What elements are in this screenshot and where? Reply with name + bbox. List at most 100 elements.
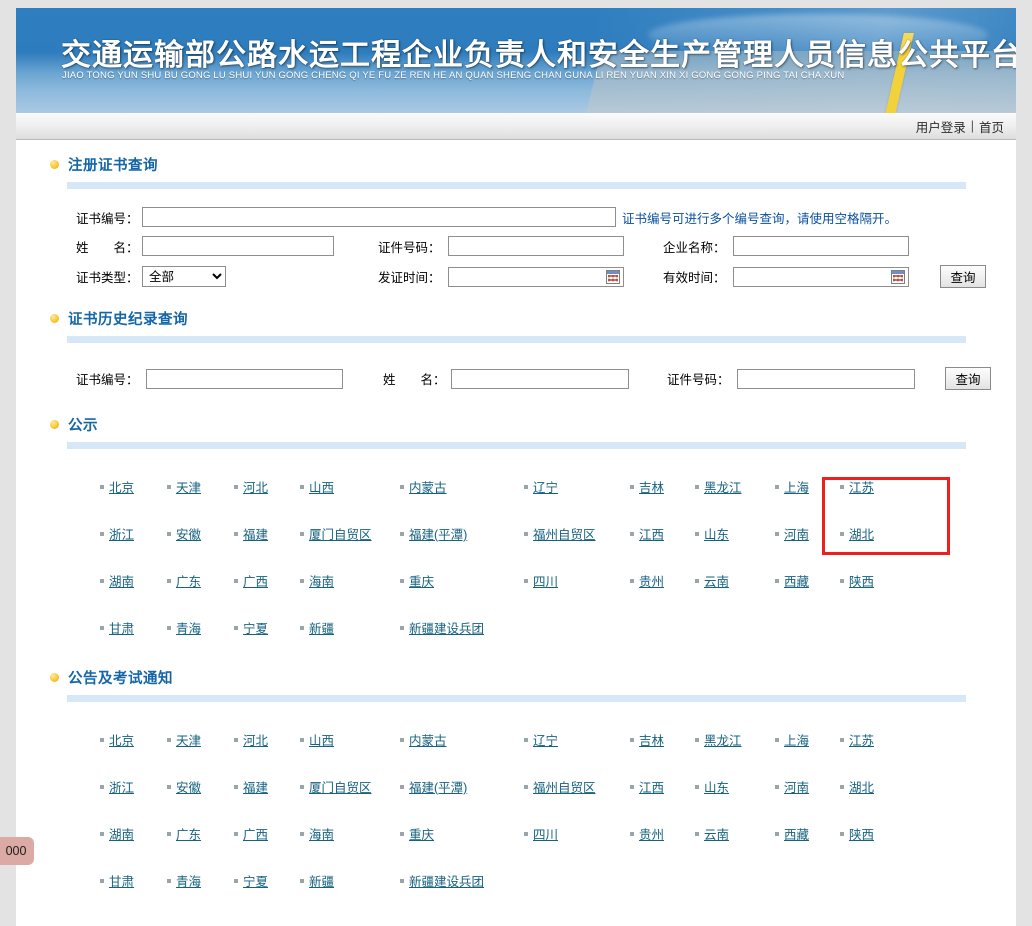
notices-link-河北[interactable]: 河北 — [243, 730, 268, 749]
notices-link-厦门自贸区[interactable]: 厦门自贸区 — [309, 777, 372, 796]
notices-link-福建(平潭)[interactable]: 福建(平潭) — [409, 777, 467, 796]
bullet-square-icon — [524, 484, 528, 489]
publicity-link-新疆[interactable]: 新疆 — [309, 618, 334, 637]
publicity-link-云南[interactable]: 云南 — [704, 571, 729, 590]
notices-link-海南[interactable]: 海南 — [309, 824, 334, 843]
notices-link-山东[interactable]: 山东 — [704, 777, 729, 796]
publicity-link-山东[interactable]: 山东 — [704, 524, 729, 543]
user-login-link[interactable]: 用户登录 — [916, 117, 966, 136]
notices-link-福建[interactable]: 福建 — [243, 777, 268, 796]
notices-link-江西[interactable]: 江西 — [639, 777, 664, 796]
publicity-link-厦门自贸区[interactable]: 厦门自贸区 — [309, 524, 372, 543]
notices-link-江苏[interactable]: 江苏 — [849, 730, 874, 749]
province-cell: 新疆建设兵团 — [400, 871, 484, 890]
province-cell: 广西 — [234, 571, 268, 590]
notices-link-黑龙江[interactable]: 黑龙江 — [704, 730, 742, 749]
publicity-link-广西[interactable]: 广西 — [243, 571, 268, 590]
notices-link-上海[interactable]: 上海 — [784, 730, 809, 749]
publicity-link-河南[interactable]: 河南 — [784, 524, 809, 543]
bullet-square-icon — [167, 625, 171, 630]
notices-link-广西[interactable]: 广西 — [243, 824, 268, 843]
publicity-link-天津[interactable]: 天津 — [176, 477, 201, 496]
history-name-input[interactable] — [451, 368, 629, 389]
publicity-link-湖南[interactable]: 湖南 — [109, 571, 134, 590]
notices-link-陕西[interactable]: 陕西 — [849, 824, 874, 843]
notices-link-福州自贸区[interactable]: 福州自贸区 — [533, 777, 596, 796]
publicity-link-江苏[interactable]: 江苏 — [849, 477, 874, 496]
publicity-link-宁夏[interactable]: 宁夏 — [243, 618, 268, 637]
notices-link-安徽[interactable]: 安徽 — [176, 777, 201, 796]
home-link[interactable]: 首页 — [979, 117, 1004, 136]
publicity-link-江西[interactable]: 江西 — [639, 524, 664, 543]
bullet-square-icon — [400, 625, 404, 630]
valid-date-input[interactable] — [733, 266, 909, 287]
cert-no-input[interactable] — [142, 207, 616, 227]
publicity-link-海南[interactable]: 海南 — [309, 571, 334, 590]
calendar-icon[interactable] — [606, 269, 620, 284]
publicity-link-浙江[interactable]: 浙江 — [109, 524, 134, 543]
notices-link-天津[interactable]: 天津 — [176, 730, 201, 749]
publicity-link-福建[interactable]: 福建 — [243, 524, 268, 543]
cert-search-submit-button[interactable]: 查询 — [940, 265, 986, 288]
history-id-no-input[interactable] — [737, 368, 915, 389]
notices-link-吉林[interactable]: 吉林 — [639, 730, 664, 749]
publicity-link-辽宁[interactable]: 辽宁 — [533, 477, 558, 496]
notices-link-辽宁[interactable]: 辽宁 — [533, 730, 558, 749]
company-input[interactable] — [733, 236, 909, 256]
notices-link-云南[interactable]: 云南 — [704, 824, 729, 843]
notices-link-浙江[interactable]: 浙江 — [109, 777, 134, 796]
notices-link-重庆[interactable]: 重庆 — [409, 824, 434, 843]
notices-link-新疆[interactable]: 新疆 — [309, 871, 334, 890]
publicity-link-新疆建设兵团[interactable]: 新疆建设兵团 — [409, 618, 484, 637]
publicity-link-甘肃[interactable]: 甘肃 — [109, 618, 134, 637]
id-no-input[interactable] — [448, 236, 624, 256]
publicity-link-黑龙江[interactable]: 黑龙江 — [704, 477, 742, 496]
publicity-link-山西[interactable]: 山西 — [309, 477, 334, 496]
publicity-link-贵州[interactable]: 贵州 — [639, 571, 664, 590]
notices-link-河南[interactable]: 河南 — [784, 777, 809, 796]
publicity-link-四川[interactable]: 四川 — [533, 571, 558, 590]
notices-link-四川[interactable]: 四川 — [533, 824, 558, 843]
publicity-link-湖北[interactable]: 湖北 — [849, 524, 874, 543]
notices-link-广东[interactable]: 广东 — [176, 824, 201, 843]
publicity-link-上海[interactable]: 上海 — [784, 477, 809, 496]
notices-link-宁夏[interactable]: 宁夏 — [243, 871, 268, 890]
bullet-square-icon — [400, 737, 404, 742]
publicity-link-安徽[interactable]: 安徽 — [176, 524, 201, 543]
notices-header: 公告及考试通知 — [16, 655, 1016, 688]
cert-type-select[interactable]: 全部 — [142, 266, 226, 287]
notices-link-贵州[interactable]: 贵州 — [639, 824, 664, 843]
publicity-link-福建(平潭)[interactable]: 福建(平潭) — [409, 524, 467, 543]
history-search-submit-button[interactable]: 查询 — [945, 367, 991, 390]
notices-link-西藏[interactable]: 西藏 — [784, 824, 809, 843]
publicity-link-内蒙古[interactable]: 内蒙古 — [409, 477, 447, 496]
notices-link-青海[interactable]: 青海 — [176, 871, 201, 890]
notices-link-湖北[interactable]: 湖北 — [849, 777, 874, 796]
bullet-square-icon — [840, 484, 844, 489]
bullet-dot-icon — [50, 673, 59, 682]
notices-link-新疆建设兵团[interactable]: 新疆建设兵团 — [409, 871, 484, 890]
publicity-link-青海[interactable]: 青海 — [176, 618, 201, 637]
notices-link-山西[interactable]: 山西 — [309, 730, 334, 749]
province-cell: 安徽 — [167, 524, 201, 543]
province-cell: 上海 — [775, 477, 809, 496]
publicity-link-西藏[interactable]: 西藏 — [784, 571, 809, 590]
notices-link-湖南[interactable]: 湖南 — [109, 824, 134, 843]
calendar-icon[interactable] — [891, 269, 905, 284]
publicity-link-陕西[interactable]: 陕西 — [849, 571, 874, 590]
notices-link-甘肃[interactable]: 甘肃 — [109, 871, 134, 890]
publicity-link-吉林[interactable]: 吉林 — [639, 477, 664, 496]
notices-title: 公告及考试通知 — [68, 671, 173, 687]
notices-link-内蒙古[interactable]: 内蒙古 — [409, 730, 447, 749]
publicity-link-北京[interactable]: 北京 — [109, 477, 134, 496]
notices-link-北京[interactable]: 北京 — [109, 730, 134, 749]
publicity-link-河北[interactable]: 河北 — [243, 477, 268, 496]
name-input[interactable] — [142, 236, 334, 256]
publicity-link-福州自贸区[interactable]: 福州自贸区 — [533, 524, 596, 543]
cert-search-row-2: 姓 名： 证件号码： 企业名称： — [16, 236, 1016, 256]
issue-date-input[interactable] — [448, 266, 624, 287]
history-search-divider — [67, 336, 966, 343]
history-cert-no-input[interactable] — [146, 368, 343, 389]
publicity-link-重庆[interactable]: 重庆 — [409, 571, 434, 590]
publicity-link-广东[interactable]: 广东 — [176, 571, 201, 590]
